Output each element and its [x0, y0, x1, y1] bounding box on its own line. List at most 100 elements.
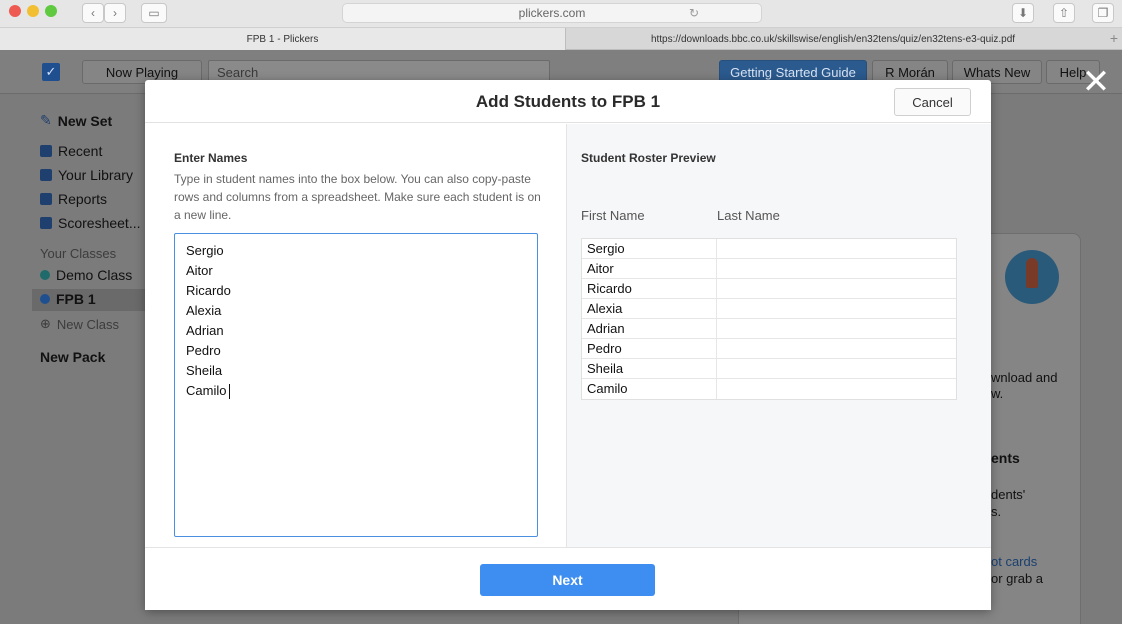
download-icon: ⬇: [1017, 6, 1029, 20]
sidebar-icon: ▭: [148, 6, 160, 20]
roster-table: Sergio Aitor Ricardo Alexia Adrian Pedro…: [581, 238, 957, 400]
enter-names-description: Type in student names into the box below…: [174, 172, 541, 222]
text-cursor: [229, 384, 231, 400]
tabs-icon: ❐: [1097, 6, 1109, 20]
name-line: Alexia: [186, 303, 222, 318]
bg-text: s.: [991, 504, 1002, 519]
table-row: Alexia: [582, 299, 956, 319]
your-classes-heading: Your Classes: [40, 246, 117, 261]
first-name-cell: Aitor: [582, 259, 717, 278]
last-name-cell: [717, 319, 956, 338]
plus-circle-icon: ⊕: [40, 316, 51, 331]
enter-names-pane: Enter Names Type in student names into t…: [145, 124, 567, 547]
sidebar-item-label: Scoresheet...: [58, 215, 141, 231]
table-row: Sheila: [582, 359, 956, 379]
new-tab-icon[interactable]: +: [1110, 30, 1118, 46]
zoom-window-button[interactable]: [45, 5, 57, 17]
recent-icon: [40, 145, 52, 157]
sidebar-item-new-set[interactable]: ✎ New Set: [40, 112, 112, 129]
roster-preview-title: Student Roster Preview: [581, 151, 716, 165]
browser-titlebar: ‹ › ▭ plickers.com ↻ ⬇ ⇧ ❐: [0, 0, 1122, 28]
sidebar-item-fpb1[interactable]: FPB 1: [40, 291, 96, 307]
name-line-last: Camilo: [186, 381, 526, 401]
forward-button[interactable]: ›: [104, 3, 126, 23]
add-students-modal: Add Students to FPB 1 Cancel Enter Names…: [145, 80, 991, 610]
sidebar-item-label: New Pack: [40, 349, 106, 365]
name-line: Sergio: [186, 243, 224, 258]
first-name-cell: Sergio: [582, 239, 717, 258]
sidebar-item-label: Demo Class: [56, 267, 133, 283]
modal-footer: Next: [145, 547, 991, 610]
bg-text: or grab a: [991, 571, 1044, 586]
table-row: Pedro: [582, 339, 956, 359]
first-name-cell: Alexia: [582, 299, 717, 318]
tab-bar: FPB 1 - Plickers https://downloads.bbc.c…: [0, 28, 1122, 50]
share-icon: ⇧: [1058, 6, 1070, 20]
sidebar-item-label: New Class: [56, 316, 120, 332]
sidebar-item-label: Reports: [58, 191, 108, 207]
sidebar-item-label: New Set: [57, 112, 113, 129]
sidebar-item-scoresheet[interactable]: Scoresheet...: [40, 215, 141, 231]
sidebar-toggle-button[interactable]: ▭: [141, 3, 167, 23]
bg-text: wnload and: [991, 370, 1058, 385]
enter-names-title: Enter Names: [174, 151, 248, 165]
sidebar-item-reports[interactable]: Reports: [40, 191, 107, 207]
tab-plickers[interactable]: FPB 1 - Plickers: [0, 28, 566, 50]
cancel-button[interactable]: Cancel: [894, 88, 971, 116]
reload-icon[interactable]: ↻: [689, 6, 699, 20]
folder-icon: [40, 169, 52, 181]
bg-heading: ents: [991, 450, 1020, 466]
table-row: Ricardo: [582, 279, 956, 299]
sidebar-item-new-class[interactable]: ⊕ New Class: [40, 316, 119, 332]
table-row: Aitor: [582, 259, 956, 279]
roster-preview-pane: Student Roster Preview First Name Last N…: [567, 124, 991, 547]
sidebar-item-label: Your Library: [58, 167, 133, 183]
name-line: Sheila: [186, 363, 223, 378]
url-text: plickers.com: [518, 6, 586, 20]
first-name-cell: Adrian: [582, 319, 717, 338]
sidebar-item-recent[interactable]: Recent: [40, 143, 102, 159]
grid-icon: [40, 217, 52, 229]
bg-link[interactable]: ot cards: [991, 554, 1037, 569]
name-line: Pedro: [186, 343, 221, 358]
sidebar-item-demo-class[interactable]: Demo Class: [40, 267, 132, 283]
column-header-first-name: First Name: [581, 208, 645, 223]
last-name-cell: [717, 279, 956, 298]
chevron-left-icon: ‹: [91, 6, 95, 20]
last-name-cell: [717, 339, 956, 358]
tab-label: https://downloads.bbc.co.uk/skillswise/e…: [650, 33, 1016, 45]
back-button[interactable]: ‹: [82, 3, 104, 23]
first-name-cell: Pedro: [582, 339, 717, 358]
address-bar[interactable]: plickers.com ↻: [342, 3, 762, 23]
table-row: Sergio: [582, 239, 956, 259]
close-overlay-icon[interactable]: ✕: [1078, 63, 1114, 101]
names-textarea[interactable]: Sergio Aitor Ricardo Alexia Adrian Pedro…: [174, 233, 538, 537]
name-text: Camilo: [186, 383, 227, 398]
downloads-button[interactable]: ⬇: [1012, 3, 1034, 23]
minimize-window-button[interactable]: [27, 5, 39, 17]
sidebar: ✎ New Set Recent Your Library Reports Sco…: [0, 95, 145, 624]
first-name-cell: Ricardo: [582, 279, 717, 298]
next-button[interactable]: Next: [480, 564, 655, 596]
name-line: Aitor: [186, 263, 213, 278]
last-name-cell: [717, 259, 956, 278]
class-color-dot: [40, 294, 50, 304]
table-row: Adrian: [582, 319, 956, 339]
plickers-logo-icon[interactable]: ✓: [42, 63, 60, 81]
last-name-cell: [717, 299, 956, 318]
tab-label: FPB 1 - Plickers: [246, 33, 319, 45]
sidebar-item-new-pack[interactable]: New Pack: [40, 349, 105, 365]
close-window-button[interactable]: [9, 5, 21, 17]
tab-bbc-pdf[interactable]: https://downloads.bbc.co.uk/skillswise/e…: [566, 28, 1100, 50]
rocket-illustration-icon: [1005, 250, 1059, 304]
modal-header: Add Students to FPB 1 Cancel: [145, 80, 991, 123]
tabs-overview-button[interactable]: ❐: [1092, 3, 1114, 23]
column-header-last-name: Last Name: [717, 208, 780, 223]
modal-title: Add Students to FPB 1: [475, 91, 661, 111]
table-row: Camilo: [582, 379, 956, 399]
reports-icon: [40, 193, 52, 205]
share-button[interactable]: ⇧: [1053, 3, 1075, 23]
sidebar-item-your-library[interactable]: Your Library: [40, 167, 133, 183]
last-name-cell: [717, 239, 956, 258]
edit-icon: ✎: [40, 112, 52, 128]
